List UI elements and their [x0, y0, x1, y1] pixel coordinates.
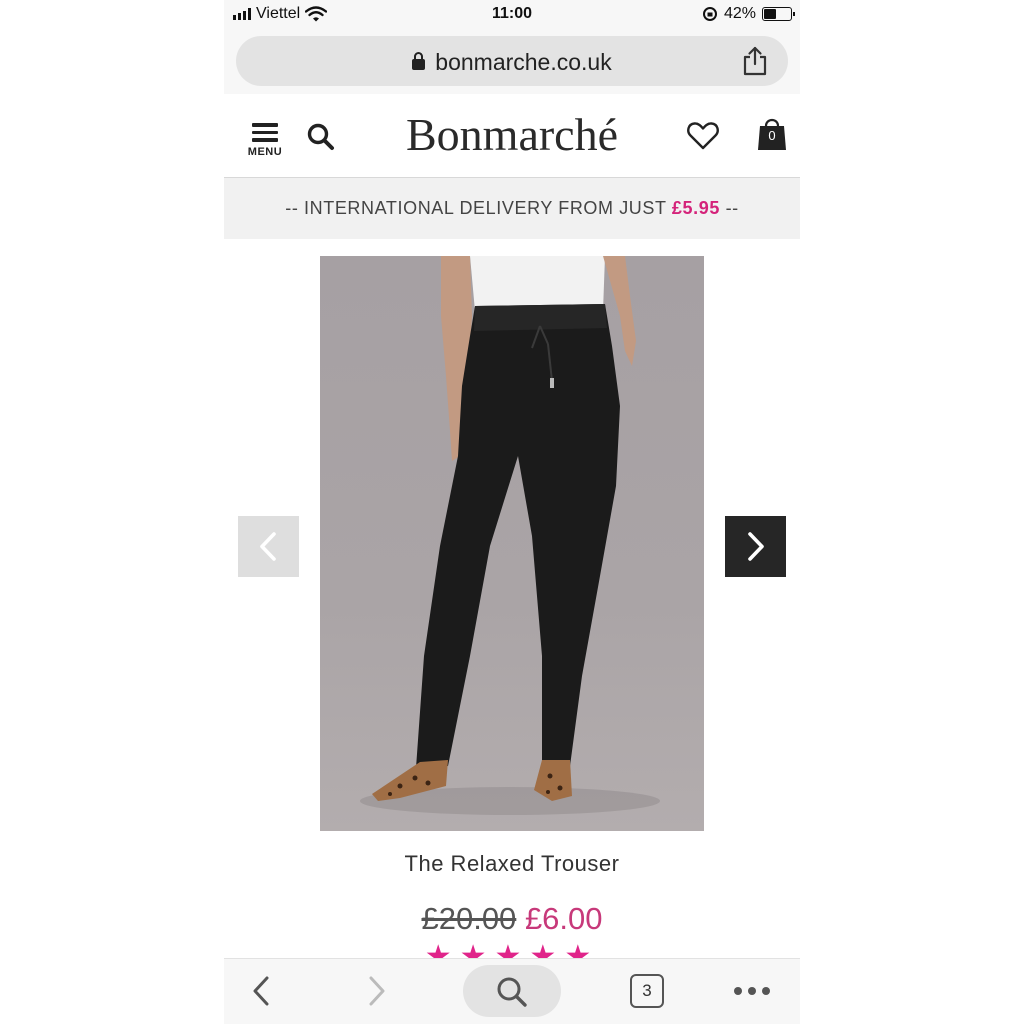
url-text: bonmarche.co.uk [435, 49, 612, 75]
rotation-lock-icon [702, 7, 717, 21]
product-price: £20.00 £6.00 [224, 901, 800, 937]
browser-address-area: bonmarche.co.uk [224, 30, 800, 94]
share-icon[interactable] [740, 45, 770, 77]
rating-stars[interactable]: ★★★★★ [224, 942, 800, 958]
tabs-button[interactable]: 3 [630, 974, 664, 1008]
forward-icon[interactable] [364, 973, 390, 1009]
promo-suffix: -- [725, 198, 739, 218]
heart-icon[interactable] [686, 121, 720, 151]
site-header: MENU Bonmarché 0 [224, 94, 800, 178]
delivery-promo-banner[interactable]: -- INTERNATIONAL DELIVERY FROM JUST £5.9… [224, 178, 800, 239]
url-display[interactable]: bonmarche.co.uk [236, 49, 788, 76]
carousel-prev-button[interactable] [238, 516, 299, 577]
lock-icon [412, 52, 426, 70]
battery-percent: 42% [723, 5, 756, 22]
sale-price: £6.00 [524, 901, 603, 936]
bag-count: 0 [768, 128, 776, 143]
more-options-icon[interactable] [734, 987, 770, 995]
search-icon [497, 977, 527, 1007]
original-price: £20.00 [421, 901, 517, 936]
carousel-next-button[interactable] [725, 516, 786, 577]
status-right: 42% [702, 5, 795, 23]
product-photo-illustration [360, 256, 660, 815]
toolbar-search-button[interactable] [463, 965, 561, 1017]
back-icon[interactable] [248, 973, 274, 1009]
product-image[interactable] [320, 256, 704, 831]
product-name[interactable]: The Relaxed Trouser [224, 851, 800, 877]
promo-price: £5.95 [671, 198, 720, 218]
phone-screen: Viettel 11:00 42% bonmarche.co.uk MENU B… [224, 0, 800, 1024]
status-bar: Viettel 11:00 42% [224, 0, 800, 30]
battery-icon [762, 7, 795, 21]
shopping-bag-button[interactable]: 0 [757, 116, 787, 152]
chevron-left-icon [260, 532, 276, 561]
promo-text: -- INTERNATIONAL DELIVERY FROM JUST [285, 198, 667, 218]
address-bar[interactable]: bonmarche.co.uk [236, 36, 788, 86]
browser-toolbar: 3 [224, 958, 800, 1024]
chevron-right-icon [748, 532, 764, 561]
